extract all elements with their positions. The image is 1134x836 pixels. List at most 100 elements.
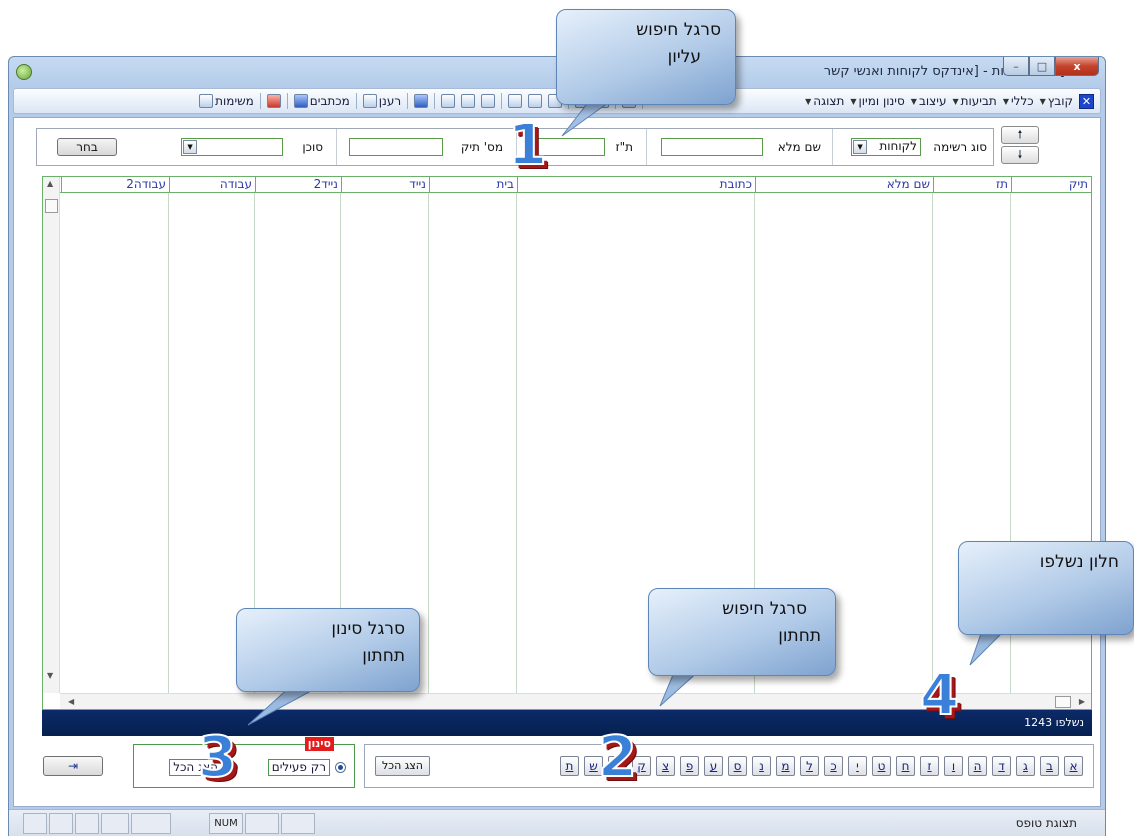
toolbar-separator (501, 93, 503, 109)
letter-button[interactable]: צ (656, 756, 675, 776)
radio-active-only-label[interactable]: רק פעילים (267, 759, 330, 776)
column-header-id[interactable]: תז (933, 177, 1011, 193)
menu-claims[interactable]: תביעות ▼ (952, 94, 996, 108)
letter-button[interactable]: ס (728, 756, 747, 776)
arrow-up-icon[interactable]: 🠕 (1001, 126, 1039, 144)
column-header-work2[interactable]: עבודה2 (61, 177, 169, 193)
tasks-button[interactable]: משימות (199, 94, 254, 108)
vertical-scrollbar[interactable]: ▲ ▼ (43, 177, 60, 693)
print-icon[interactable] (441, 94, 456, 108)
scroll-right-icon[interactable]: ▶ (1079, 697, 1085, 706)
letter-button[interactable]: ט (872, 756, 891, 776)
chevron-down-icon[interactable]: ▼ (183, 140, 197, 154)
toolbar-close-icon[interactable]: ✕ (1079, 93, 1094, 109)
letter-button[interactable]: ו (944, 756, 963, 776)
letter-button[interactable]: נ (752, 756, 771, 776)
scroll-down-icon[interactable]: ▼ (47, 671, 53, 680)
fullname-input[interactable] (661, 138, 763, 156)
chevron-down-icon: ▼ (952, 96, 959, 106)
scroll-thumb[interactable] (45, 199, 58, 213)
toolbar-separator (286, 93, 288, 109)
status-bar: תצוגת טופס NUM (9, 809, 1105, 836)
column-line (168, 193, 169, 693)
column-header-mobile[interactable]: נייד (341, 177, 429, 193)
chevron-down-icon[interactable]: ▼ (853, 140, 867, 154)
letter-button[interactable]: ח (896, 756, 915, 776)
menu-general[interactable]: כללי ▼ (1003, 94, 1034, 108)
column-line (932, 193, 933, 693)
column-header-file[interactable]: תיק (1011, 177, 1091, 193)
toolbar-separator (355, 93, 357, 109)
status-pane (245, 813, 279, 834)
show-all-button[interactable]: הצג הכל (375, 756, 430, 776)
letters-label: מכתבים (309, 94, 350, 108)
count-value: 1243 (1024, 716, 1053, 729)
status-pane (23, 813, 47, 834)
exit-button[interactable]: ⇥ (43, 756, 103, 776)
save-icon[interactable] (414, 94, 429, 108)
letter-button[interactable]: כ (824, 756, 843, 776)
menu-filter-sort-label: סינון ומיון (858, 94, 905, 108)
column-header-home[interactable]: בית (429, 177, 517, 193)
tasks-label: משימות (215, 94, 254, 108)
refresh-label: רענן (378, 94, 402, 108)
file-number-input[interactable] (349, 138, 443, 156)
scroll-left-icon[interactable]: ◀ (68, 697, 74, 706)
maximize-icon[interactable]: □ (1029, 57, 1055, 76)
choose-label: בחר (76, 140, 98, 154)
callout-lower-filter: סרגל סינון תחתון (236, 608, 420, 692)
filter-group: סינון רק פעילים הצג הכל (133, 737, 355, 788)
letters-button[interactable]: מכתבים (293, 94, 350, 108)
letter-button[interactable]: פ (680, 756, 699, 776)
letter-button[interactable]: ג (1016, 756, 1035, 776)
scroll-up-icon[interactable]: ▲ (47, 179, 53, 188)
callout-2-line1: סרגל חיפוש (722, 599, 807, 619)
callout-tail (561, 99, 614, 137)
menu-filter-sort[interactable]: סינון ומיון ▼ (850, 94, 904, 108)
agent-select[interactable]: ▼ (181, 138, 283, 156)
book-icon[interactable] (481, 94, 496, 108)
arrow-down-icon[interactable]: 🠗 (1001, 146, 1039, 164)
toolbar-separator (259, 93, 261, 109)
radio-active-only[interactable] (335, 762, 346, 773)
chevron-down-icon: ▼ (910, 96, 917, 106)
menu-view[interactable]: תצוגה ▼ (805, 94, 844, 108)
letter-button[interactable]: ד (992, 756, 1011, 776)
column-header-mobile2[interactable]: נייד2 (255, 177, 341, 193)
records-grid: תיק תז שם מלא כתובת בית נייד נייד2 עבודה… (42, 176, 1092, 710)
toolbar-separator (434, 93, 436, 109)
view-mode-label: תצוגת טופס (1015, 816, 1077, 830)
cut-icon[interactable] (528, 94, 543, 108)
chevron-down-icon: ▼ (1002, 96, 1009, 106)
letter-button[interactable]: א (1064, 756, 1083, 776)
minimize-icon[interactable]: – (1003, 57, 1029, 76)
status-pane (101, 813, 129, 834)
menu-file[interactable]: קובץ ▼ (1040, 94, 1073, 108)
letter-button[interactable]: ל (800, 756, 819, 776)
list-type-select[interactable]: לקוחות ▼ (851, 138, 921, 156)
column-header-fullname[interactable]: שם מלא (755, 177, 933, 193)
calendar-icon[interactable] (266, 94, 281, 108)
letter-button[interactable]: ז (920, 756, 939, 776)
callout-2-line2: תחתון (778, 626, 821, 646)
letter-button[interactable]: ה (968, 756, 987, 776)
letter-button[interactable]: ת (560, 756, 579, 776)
scroll-thumb[interactable] (1055, 696, 1071, 708)
letter-button[interactable]: י (848, 756, 867, 776)
refresh-button[interactable]: רענן (362, 94, 402, 108)
close-icon[interactable]: x (1055, 57, 1099, 76)
letter-button[interactable]: ב (1040, 756, 1059, 776)
num-indicator: NUM (209, 813, 243, 834)
paste-icon[interactable] (508, 94, 523, 108)
print-preview-icon[interactable] (461, 94, 476, 108)
menu-design[interactable]: עיצוב ▼ (911, 94, 947, 108)
tasks-icon (199, 94, 214, 108)
column-header-work[interactable]: עבודה (169, 177, 255, 193)
column-header-address[interactable]: כתובת (517, 177, 755, 193)
choose-button[interactable]: בחר (57, 138, 117, 156)
letter-button[interactable]: מ (776, 756, 795, 776)
menu-file-label: קובץ (1047, 94, 1073, 108)
file-number-label: מס' תיק (460, 140, 503, 154)
menu-view-label: תצוגה (813, 94, 845, 108)
letter-button[interactable]: ע (704, 756, 723, 776)
